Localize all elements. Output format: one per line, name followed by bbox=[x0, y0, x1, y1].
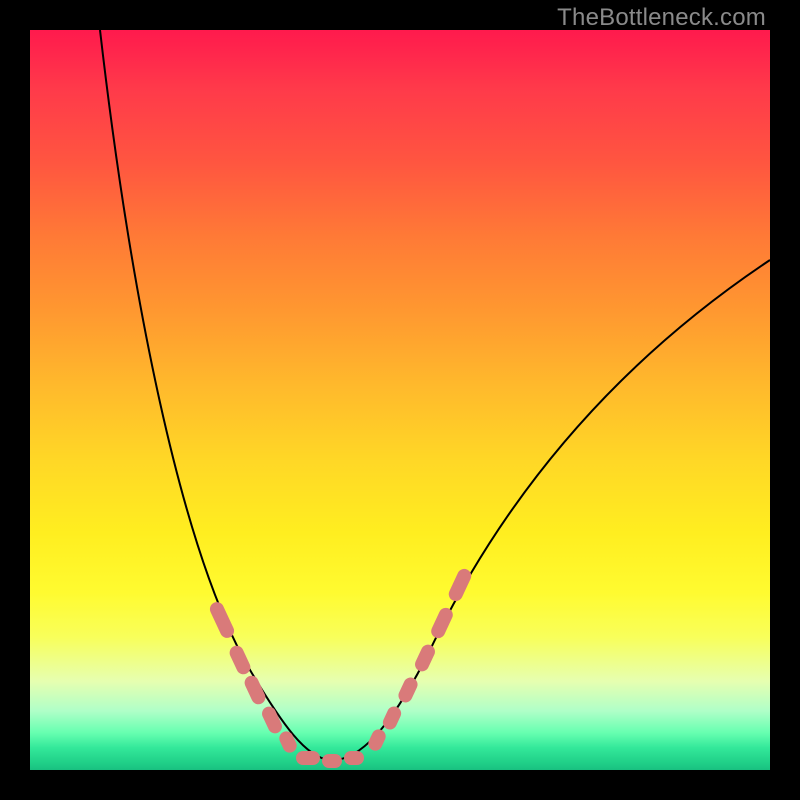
curve-marker bbox=[396, 675, 420, 704]
marker-group bbox=[208, 567, 474, 768]
curve-marker bbox=[208, 600, 237, 640]
curve-marker bbox=[381, 704, 404, 732]
curve-marker bbox=[277, 729, 299, 755]
watermark-text: TheBottleneck.com bbox=[557, 4, 766, 32]
curve-marker bbox=[242, 673, 267, 706]
chart-frame: TheBottleneck.com bbox=[0, 0, 800, 800]
curve-marker bbox=[227, 643, 252, 676]
curve-marker bbox=[429, 606, 455, 641]
curve-marker bbox=[446, 567, 473, 604]
curve-marker bbox=[260, 704, 285, 735]
curve-marker bbox=[296, 751, 320, 765]
curve-marker bbox=[366, 727, 388, 753]
plot-area bbox=[30, 30, 770, 770]
curve-svg bbox=[30, 30, 770, 770]
curve-marker bbox=[344, 751, 364, 765]
curve-marker bbox=[322, 754, 342, 768]
bottleneck-curve bbox=[100, 30, 770, 760]
curve-marker bbox=[413, 642, 438, 673]
